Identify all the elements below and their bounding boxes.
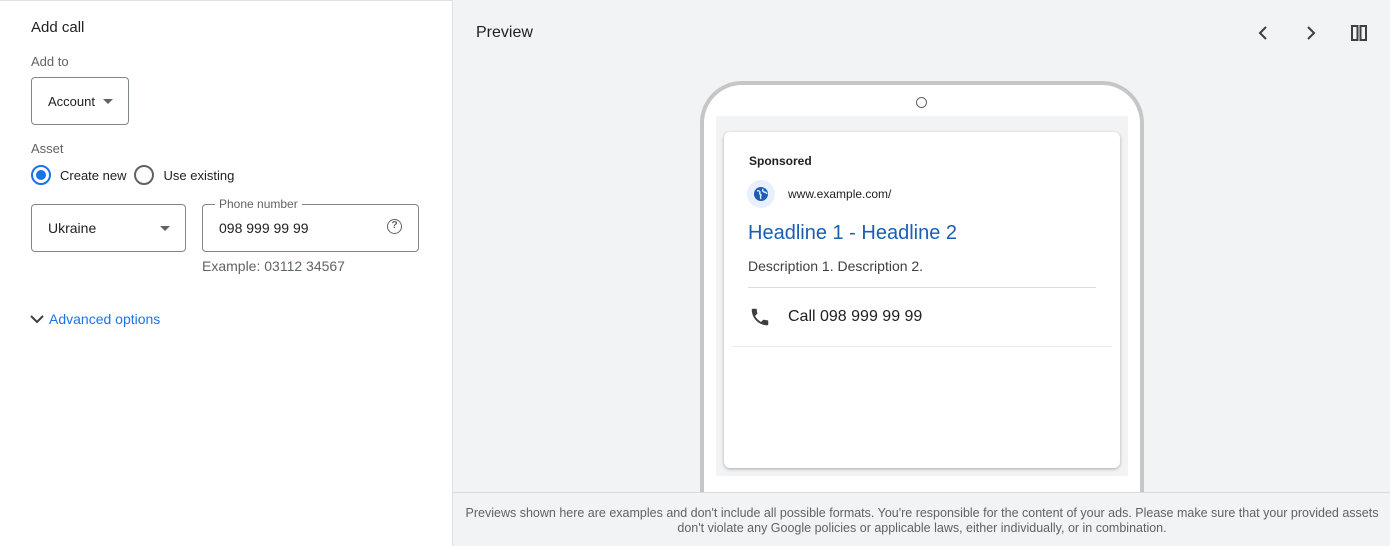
preview-title: Preview (476, 24, 533, 41)
form-panel: Add call Add to Account Asset Create new… (0, 0, 452, 546)
phone-number-field[interactable]: Phone number 098 999 99 99 ? (202, 197, 419, 252)
ad-description: Description 1. Description 2. (748, 258, 924, 274)
radio-create-new-label[interactable]: Create new (60, 168, 126, 183)
phone-example-hint: Example: 03112 34567 (202, 258, 345, 274)
device-screen: Sponsored www.example.com/ Headline 1 - … (716, 116, 1128, 476)
add-to-dropdown[interactable]: Account (31, 77, 129, 125)
caret-down-icon (160, 226, 170, 231)
radio-use-existing[interactable] (134, 165, 155, 185)
ad-card: Sponsored www.example.com/ Headline 1 - … (724, 132, 1120, 468)
advanced-options-toggle[interactable]: Advanced options (28, 310, 160, 328)
globe-icon (747, 180, 775, 208)
panel-title: Add call (31, 19, 85, 36)
columns-icon[interactable] (1347, 22, 1371, 44)
chevron-down-icon (30, 315, 44, 324)
caret-down-icon (103, 99, 113, 104)
radio-create-new[interactable] (31, 165, 51, 185)
sponsored-label: Sponsored (749, 154, 812, 168)
asset-radio-group: Create new Use existing (31, 165, 234, 185)
phone-number-label: Phone number (215, 197, 302, 211)
divider (732, 346, 1112, 347)
asset-label: Asset (31, 141, 64, 156)
ad-call-button[interactable]: Call 098 999 99 99 (788, 308, 922, 326)
preview-panel: Preview Sponsored www.example.com/ Headl… (452, 0, 1390, 546)
device-camera (916, 97, 927, 108)
help-icon[interactable]: ? (387, 219, 402, 234)
radio-use-existing-label[interactable]: Use existing (163, 168, 234, 183)
add-to-value: Account (48, 94, 95, 109)
ad-headline[interactable]: Headline 1 - Headline 2 (748, 222, 957, 245)
phone-number-value[interactable]: 098 999 99 99 (219, 220, 309, 236)
phone-icon (749, 306, 771, 333)
ad-url[interactable]: www.example.com/ (788, 187, 891, 201)
country-value: Ukraine (48, 220, 97, 236)
country-dropdown[interactable]: Ukraine (31, 204, 186, 252)
add-to-label: Add to (31, 54, 69, 69)
divider (748, 287, 1096, 288)
chevron-left-icon[interactable] (1251, 22, 1275, 44)
advanced-options-label[interactable]: Advanced options (49, 311, 160, 327)
chevron-right-icon[interactable] (1299, 22, 1323, 44)
preview-disclaimer: Previews shown here are examples and don… (453, 492, 1390, 546)
